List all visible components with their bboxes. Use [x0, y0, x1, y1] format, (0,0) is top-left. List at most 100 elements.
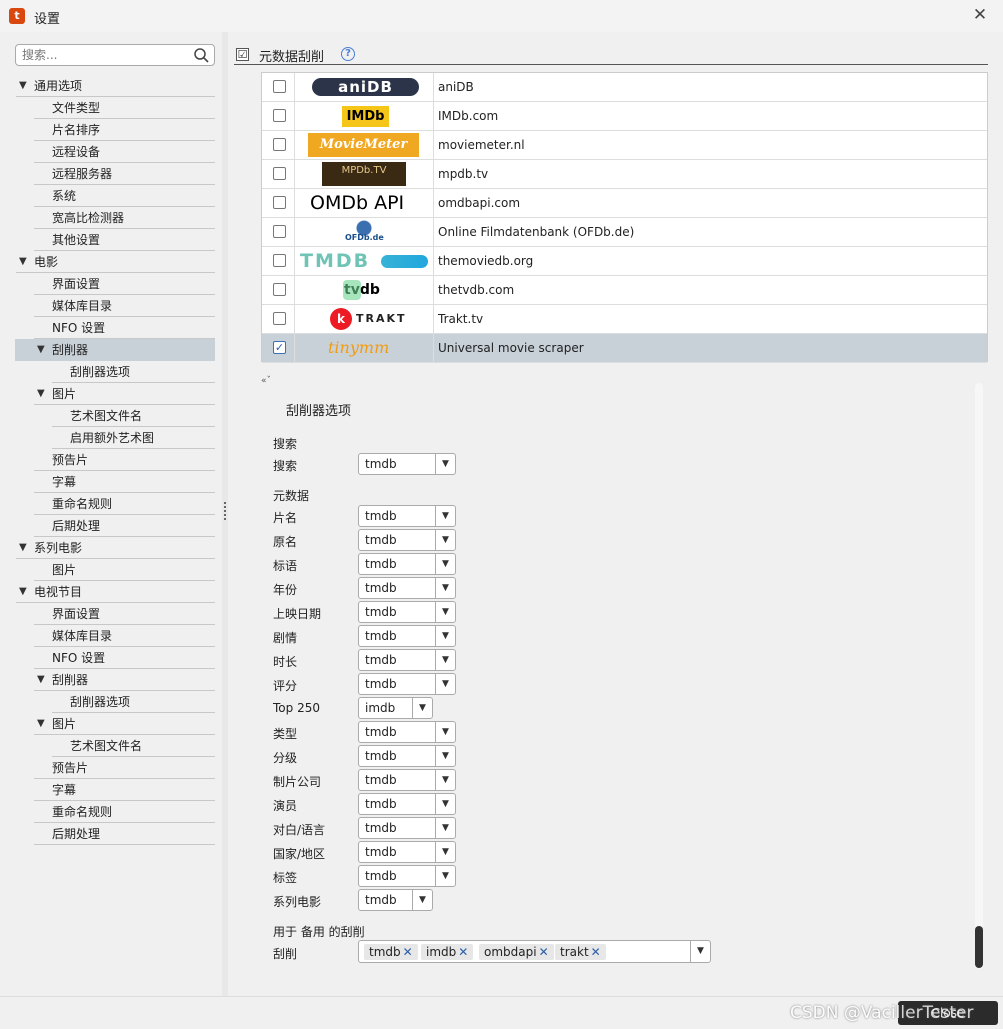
- chevron-down-icon[interactable]: ▼: [435, 842, 455, 862]
- chevron-down-icon[interactable]: ▼: [435, 626, 455, 646]
- expand-triangle-icon[interactable]: ▼: [19, 537, 27, 559]
- chevron-down-icon[interactable]: ▼: [412, 890, 432, 910]
- field-scraper-select[interactable]: tmdb ▼: [358, 889, 433, 911]
- collapse-icon[interactable]: «ˇ: [261, 376, 271, 386]
- scraper-row[interactable]: IMDb IMDb.com: [262, 102, 987, 131]
- sidebar-item[interactable]: 远程服务器: [34, 163, 215, 185]
- chevron-down-icon[interactable]: ▼: [435, 650, 455, 670]
- options-scrollbar[interactable]: [975, 383, 983, 969]
- sidebar-item[interactable]: 媒体库目录: [34, 295, 215, 317]
- chevron-down-icon[interactable]: ▼: [435, 602, 455, 622]
- sidebar-item[interactable]: 图片 ▼: [34, 713, 215, 735]
- sidebar-item[interactable]: 刮削器 ▼: [15, 339, 215, 361]
- chevron-down-icon[interactable]: ▼: [435, 506, 455, 526]
- chevron-down-icon[interactable]: ▼: [435, 818, 455, 838]
- expand-triangle-icon[interactable]: ▼: [37, 339, 45, 361]
- sidebar-item[interactable]: 电视节目 ▼: [16, 581, 215, 603]
- sidebar-item[interactable]: 重命名规则: [34, 493, 215, 515]
- sidebar-item[interactable]: 图片 ▼: [34, 383, 215, 405]
- remove-tag-icon[interactable]: ✕: [591, 945, 601, 959]
- fallback-scraper-tags[interactable]: ▼ tmdb ✕ imdb ✕ ombdapi ✕ trakt ✕: [358, 940, 711, 963]
- scraper-row[interactable]: k TRAKT Trakt.tv: [262, 305, 987, 334]
- sidebar-item[interactable]: 刮削器选项: [52, 691, 215, 713]
- sidebar-item[interactable]: 系列电影 ▼: [16, 537, 215, 559]
- scraper-checkbox[interactable]: [273, 167, 286, 180]
- chevron-down-icon[interactable]: ▼: [435, 722, 455, 742]
- field-scraper-select[interactable]: tmdb ▼: [358, 721, 456, 743]
- scraper-checkbox[interactable]: [273, 225, 286, 238]
- sidebar-item[interactable]: 媒体库目录: [34, 625, 215, 647]
- scraper-checkbox[interactable]: [273, 109, 286, 122]
- sidebar-item[interactable]: 刮削器 ▼: [34, 669, 215, 691]
- search-scraper-select[interactable]: tmdb ▼: [358, 453, 456, 475]
- field-scraper-select[interactable]: tmdb ▼: [358, 793, 456, 815]
- chevron-down-icon[interactable]: ▼: [435, 578, 455, 598]
- section-checkbox[interactable]: ☑: [236, 48, 249, 61]
- field-scraper-select[interactable]: tmdb ▼: [358, 625, 456, 647]
- chevron-down-icon[interactable]: ▼: [435, 554, 455, 574]
- expand-triangle-icon[interactable]: ▼: [37, 713, 45, 735]
- scraper-checkbox[interactable]: [273, 312, 286, 325]
- field-scraper-select[interactable]: tmdb ▼: [358, 673, 456, 695]
- sidebar-item[interactable]: 电影 ▼: [16, 251, 215, 273]
- sidebar-item[interactable]: NFO 设置: [34, 317, 215, 339]
- chevron-down-icon[interactable]: ▼: [435, 674, 455, 694]
- sidebar-item[interactable]: 重命名规则: [34, 801, 215, 823]
- field-scraper-select[interactable]: tmdb ▼: [358, 817, 456, 839]
- expand-triangle-icon[interactable]: ▼: [19, 581, 27, 603]
- chevron-down-icon[interactable]: ▼: [435, 454, 455, 474]
- sidebar-item[interactable]: 后期处理: [34, 515, 215, 537]
- scraper-row[interactable]: OMDb API omdbapi.com: [262, 189, 987, 218]
- sidebar-item[interactable]: 后期处理: [34, 823, 215, 845]
- remove-tag-icon[interactable]: ✕: [458, 945, 468, 959]
- chevron-down-icon[interactable]: ▼: [435, 530, 455, 550]
- search-input[interactable]: [22, 48, 182, 62]
- scraper-row[interactable]: OFDb.de Online Filmdatenbank (OFDb.de): [262, 218, 987, 247]
- scraper-row[interactable]: tvdb thetvdb.com: [262, 276, 987, 305]
- scraper-checkbox[interactable]: [273, 80, 286, 93]
- scraper-checkbox[interactable]: [273, 254, 286, 267]
- field-scraper-select[interactable]: tmdb ▼: [358, 841, 456, 863]
- search-box[interactable]: [15, 44, 215, 66]
- close-icon[interactable]: ✕: [968, 4, 992, 28]
- sidebar-item[interactable]: 其他设置: [34, 229, 215, 251]
- sidebar-item[interactable]: 字幕: [34, 779, 215, 801]
- field-scraper-select[interactable]: tmdb ▼: [358, 505, 456, 527]
- options-scrollbar-thumb[interactable]: [975, 926, 983, 968]
- scraper-checkbox[interactable]: ✓: [273, 341, 286, 354]
- help-icon[interactable]: ?: [341, 47, 355, 61]
- field-scraper-select[interactable]: tmdb ▼: [358, 865, 456, 887]
- expand-triangle-icon[interactable]: ▼: [19, 251, 27, 273]
- scraper-checkbox[interactable]: [273, 196, 286, 209]
- scraper-row[interactable]: MPDb.TV mpdb.tv: [262, 160, 987, 189]
- chevron-down-icon[interactable]: ▼: [435, 866, 455, 886]
- chevron-down-icon[interactable]: ▼: [690, 941, 710, 962]
- scraper-checkbox[interactable]: [273, 138, 286, 151]
- sidebar-item[interactable]: 预告片: [34, 449, 215, 471]
- expand-triangle-icon[interactable]: ▼: [37, 669, 45, 691]
- scraper-row[interactable]: ✓ tinymm Universal movie scraper: [262, 334, 987, 363]
- sidebar-item[interactable]: NFO 设置: [34, 647, 215, 669]
- scraper-row[interactable]: aniDB aniDB: [262, 73, 987, 102]
- sidebar-item[interactable]: 艺术图文件名: [52, 405, 215, 427]
- field-scraper-select[interactable]: tmdb ▼: [358, 577, 456, 599]
- sidebar-item[interactable]: 图片: [34, 559, 215, 581]
- scraper-row[interactable]: TMDB themoviedb.org: [262, 247, 987, 276]
- sidebar-item[interactable]: 启用额外艺术图: [52, 427, 215, 449]
- field-scraper-select[interactable]: tmdb ▼: [358, 553, 456, 575]
- sidebar-item[interactable]: 通用选项 ▼: [16, 75, 215, 97]
- remove-tag-icon[interactable]: ✕: [539, 945, 549, 959]
- expand-triangle-icon[interactable]: ▼: [37, 383, 45, 405]
- sidebar-item[interactable]: 片名排序: [34, 119, 215, 141]
- field-scraper-select[interactable]: tmdb ▼: [358, 769, 456, 791]
- sidebar-item[interactable]: 远程设备: [34, 141, 215, 163]
- sidebar-item[interactable]: 宽高比检测器: [34, 207, 215, 229]
- search-icon[interactable]: [193, 47, 210, 64]
- sidebar-item[interactable]: 刮削器选项: [52, 361, 215, 383]
- field-scraper-select[interactable]: imdb ▼: [358, 697, 433, 719]
- sidebar-item[interactable]: 字幕: [34, 471, 215, 493]
- sidebar-item[interactable]: 文件类型: [34, 97, 215, 119]
- chevron-down-icon[interactable]: ▼: [435, 746, 455, 766]
- remove-tag-icon[interactable]: ✕: [403, 945, 413, 959]
- scraper-checkbox[interactable]: [273, 283, 286, 296]
